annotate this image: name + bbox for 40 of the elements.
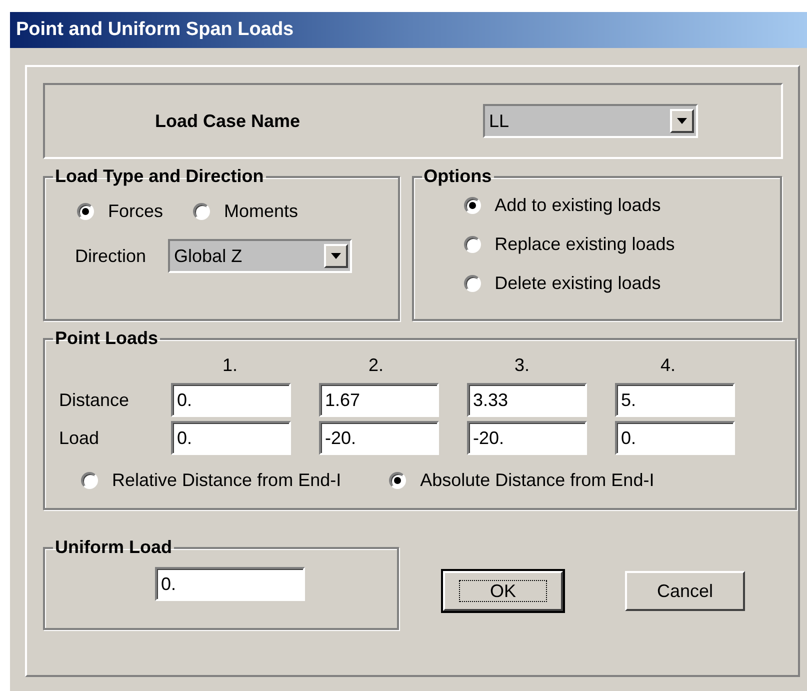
input-field[interactable]: 3.33 [467,383,587,417]
column-heading: 2. [367,354,384,377]
input-field[interactable]: -20. [319,421,439,455]
radio-button[interactable] [389,472,406,489]
input-field[interactable]: 0. [171,421,291,455]
column-heading: 1. [221,354,238,377]
radio-label: Replace existing loads [494,233,675,256]
radio-label: Delete existing loads [494,272,661,295]
radio-button[interactable] [77,203,94,220]
input-field[interactable]: -20. [467,421,587,455]
group-title: Uniform Load [54,536,173,559]
radio-label: Absolute Distance from End-I [420,469,654,492]
window-title: Point and Uniform Span Loads [16,18,294,42]
radio-label: Forces [108,200,164,223]
input-field[interactable]: 0. [615,421,735,455]
radio-label: Relative Distance from End-I [112,469,342,492]
load-case-label: Load Case Name [155,110,302,132]
input-field[interactable]: 0. [155,567,305,601]
row-label: Distance [59,388,130,412]
direction-label: Direction [75,244,146,268]
input-field[interactable]: 0. [171,383,291,417]
cancel-button[interactable]: Cancel [625,571,745,611]
column-heading: 4. [659,354,676,377]
row-label: Load [59,426,100,450]
column-heading: 3. [513,354,530,377]
input-field[interactable]: 5. [615,383,735,417]
dropdown[interactable]: Global Z [168,239,352,273]
group-title: Point Loads [54,327,159,350]
ok-button[interactable]: OK [443,571,563,611]
group-title: Options [422,165,493,188]
radio-button[interactable] [464,197,481,214]
radio-label: Moments [224,200,298,223]
radio-button[interactable] [81,472,98,489]
radio-button[interactable] [193,203,210,220]
group-title: Load Type and Direction [54,165,265,188]
radio-button[interactable] [464,275,481,292]
radio-button[interactable] [464,236,481,253]
dropdown[interactable]: LL [483,104,698,138]
radio-label: Add to existing loads [494,194,661,217]
input-field[interactable]: 1.67 [319,383,439,417]
